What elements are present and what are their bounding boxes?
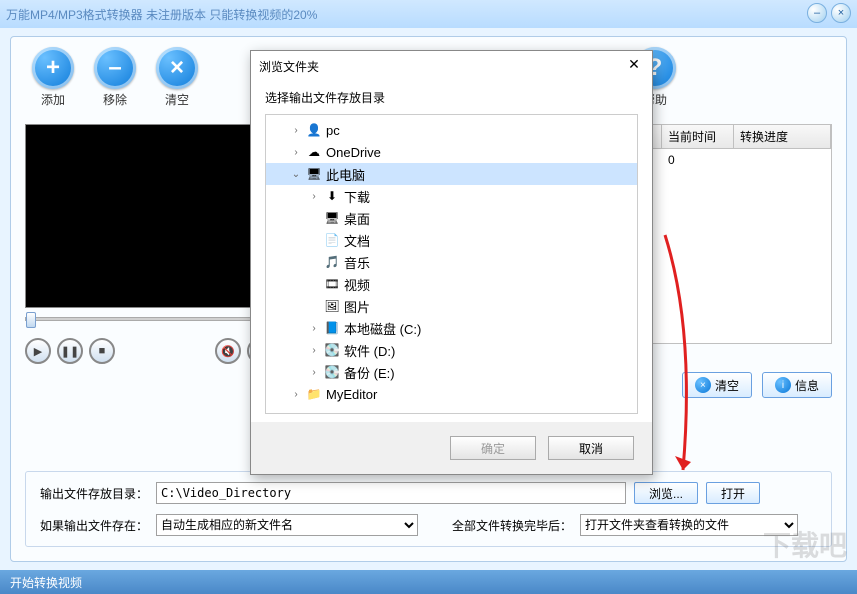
browse-button[interactable]: 浏览... [634, 482, 698, 504]
output-dir-label: 输出文件存放目录： [40, 485, 148, 502]
x-icon: × [695, 377, 711, 393]
output-dir-input[interactable] [156, 482, 626, 504]
folder-icon: 📄 [324, 232, 340, 248]
expander-icon[interactable]: › [290, 389, 302, 400]
dialog-close-button[interactable]: ✕ [624, 56, 644, 76]
slider-thumb[interactable] [26, 312, 36, 328]
folder-icon: 👤 [306, 122, 322, 138]
tree-item[interactable]: › ☁ OneDrive [266, 141, 637, 163]
dialog-cancel-button[interactable]: 取消 [548, 436, 634, 460]
tree-item[interactable]: ⌄ 🖥此电脑 [266, 163, 637, 185]
dialog-ok-button[interactable]: 确定 [450, 436, 536, 460]
plus-icon: + [32, 47, 74, 89]
folder-icon: 💽 [324, 342, 340, 358]
expander-icon[interactable]: › [308, 345, 320, 356]
tree-label: 本地磁盘 (C:) [344, 319, 421, 338]
tree-label: 文档 [344, 231, 370, 250]
tree-item[interactable]: 🎵音乐 [266, 251, 637, 273]
remove-button[interactable]: –移除 [87, 47, 143, 108]
status-bar: 开始转换视频 [0, 570, 857, 594]
tree-label: 此电脑 [326, 165, 365, 184]
dialog-titlebar: 浏览文件夹 ✕ [251, 51, 652, 81]
x-icon: × [156, 47, 198, 89]
expander-icon[interactable]: › [308, 191, 320, 202]
clear-button[interactable]: ×清空 [149, 47, 205, 108]
tree-label: 视频 [344, 275, 370, 294]
table-cell: 0 [668, 153, 675, 167]
open-button[interactable]: 打开 [706, 482, 760, 504]
tree-label: 图片 [344, 297, 370, 316]
status-text: 开始转换视频 [10, 574, 82, 591]
expander-icon[interactable]: › [290, 125, 302, 136]
dialog-instruction: 选择输出文件存放目录 [265, 89, 638, 106]
tree-item[interactable]: 📄文档 [266, 229, 637, 251]
after-convert-select[interactable]: 打开文件夹查看转换的文件 [580, 514, 798, 536]
tree-item[interactable]: › 📘本地磁盘 (C:) [266, 317, 637, 339]
info-icon: i [775, 377, 791, 393]
tree-item[interactable]: › 💽软件 (D:) [266, 339, 637, 361]
tree-item[interactable]: 🖥桌面 [266, 207, 637, 229]
add-button[interactable]: +添加 [25, 47, 81, 108]
folder-icon: ☁ [306, 144, 322, 160]
tree-item[interactable]: › 📁 MyEditor [266, 383, 637, 405]
tree-label: 桌面 [344, 209, 370, 228]
folder-icon: 📘 [324, 320, 340, 336]
info-button[interactable]: i信息 [762, 372, 832, 398]
tree-item[interactable]: › 👤 pc [266, 119, 637, 141]
pause-button[interactable]: ❚❚ [57, 338, 83, 364]
folder-icon: 🖥 [306, 166, 322, 182]
stop-button[interactable]: ■ [89, 338, 115, 364]
folder-icon: 💽 [324, 364, 340, 380]
expander-icon[interactable]: › [308, 367, 320, 378]
col-progress[interactable]: 转换进度 [734, 125, 831, 148]
tree-label: 音乐 [344, 253, 370, 272]
folder-icon: 📁 [306, 386, 322, 402]
play-button[interactable]: ▶ [25, 338, 51, 364]
if-exists-label: 如果输出文件存在： [40, 517, 148, 534]
mute-button[interactable]: 🔇 [215, 338, 241, 364]
folder-icon: ⬇ [324, 188, 340, 204]
window-title: 万能MP4/MP3格式转换器 未注册版本 只能转换视频的20% [6, 6, 317, 23]
if-exists-select[interactable]: 自动生成相应的新文件名 [156, 514, 418, 536]
minus-icon: – [94, 47, 136, 89]
dialog-title: 浏览文件夹 [259, 58, 319, 75]
folder-icon: 🖼 [324, 298, 340, 314]
tree-label: pc [326, 123, 340, 138]
tree-label: 软件 (D:) [344, 341, 395, 360]
col-time[interactable]: 当前时间 [662, 125, 734, 148]
folder-icon: 🖥 [324, 210, 340, 226]
expander-icon[interactable]: › [308, 323, 320, 334]
close-window-button[interactable]: × [831, 3, 851, 23]
clear-list-button[interactable]: ×清空 [682, 372, 752, 398]
tree-item[interactable]: 🎞视频 [266, 273, 637, 295]
video-preview [25, 124, 273, 308]
seek-slider[interactable] [25, 317, 273, 321]
tree-label: OneDrive [326, 145, 381, 160]
window-titlebar: 万能MP4/MP3格式转换器 未注册版本 只能转换视频的20% – × [0, 0, 857, 28]
folder-icon: 🎵 [324, 254, 340, 270]
options-panel: 输出文件存放目录： 浏览... 打开 如果输出文件存在： 自动生成相应的新文件名… [25, 471, 832, 547]
tree-item[interactable]: › ⬇下载 [266, 185, 637, 207]
tree-item[interactable]: › 💽备份 (E:) [266, 361, 637, 383]
tree-label: MyEditor [326, 387, 377, 402]
preview-pane: ▶ ❚❚ ■ 🔇 🔊 [25, 124, 273, 364]
tree-item[interactable]: 🖼图片 [266, 295, 637, 317]
tree-label: 下载 [344, 187, 370, 206]
expander-icon[interactable]: › [290, 147, 302, 158]
tree-label: 备份 (E:) [344, 363, 395, 382]
folder-tree[interactable]: ›👤pc›☁OneDrive⌄🖥此电脑›⬇下载🖥桌面📄文档🎵音乐🎞视频🖼图片›📘… [265, 114, 638, 414]
folder-icon: 🎞 [324, 276, 340, 292]
browse-folder-dialog: 浏览文件夹 ✕ 选择输出文件存放目录 ›👤pc›☁OneDrive⌄🖥此电脑›⬇… [250, 50, 653, 475]
expander-icon[interactable]: ⌄ [290, 169, 302, 180]
after-convert-label: 全部文件转换完毕后： [452, 517, 572, 534]
minimize-button[interactable]: – [807, 3, 827, 23]
